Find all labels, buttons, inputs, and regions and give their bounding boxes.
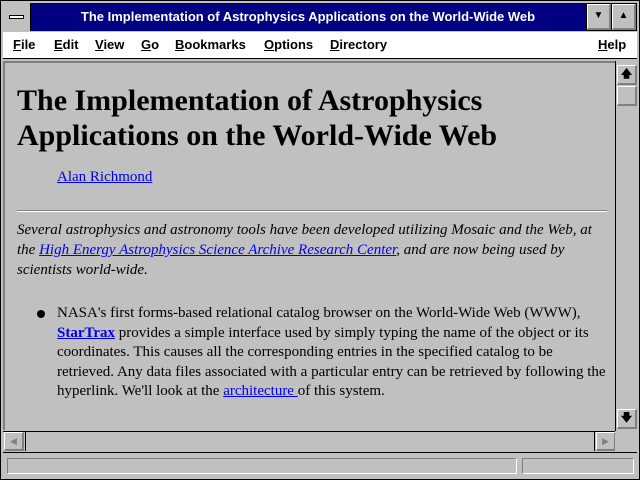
window-title: The Implementation of Astrophysics Appli… [80,9,536,24]
menu-bar: File Edit View Go Bookmarks Options Dire… [3,32,637,59]
menu-help[interactable]: Help [598,32,626,58]
scroll-right-button[interactable]: ▶ [596,432,616,451]
menu-directory[interactable]: Directory [330,32,387,58]
heasarc-link[interactable]: High Energy Astrophysics Science Archive… [39,242,396,258]
title-bar[interactable]: The Implementation of Astrophysics Appli… [3,3,637,31]
list-item: NASA's first forms-based relational cata… [17,304,607,402]
minimize-icon: ▼ [593,10,604,21]
menu-view[interactable]: View [95,32,124,58]
horizontal-scroll-track[interactable] [25,432,595,451]
scrollbar-corner [615,431,637,452]
horizontal-scrollbar[interactable]: ◀ ▶ [3,431,616,451]
bullet-list: NASA's first forms-based relational cata… [17,304,609,402]
minimize-button[interactable]: ▼ [586,3,612,31]
page-title-line2: Applications on the World-Wide Web [17,119,498,152]
arrow-up-icon: 🡅 [620,68,633,80]
arrow-left-icon: ◀ [10,436,17,446]
menu-edit[interactable]: Edit [54,32,79,58]
divider [17,210,607,212]
browser-window: The Implementation of Astrophysics Appli… [0,0,640,480]
scroll-up-button[interactable]: 🡅 [617,65,637,85]
page-title: The Implementation of Astrophysics Appli… [17,83,609,153]
menu-go[interactable]: Go [141,32,159,58]
system-menu-button[interactable] [3,3,31,31]
menu-options[interactable]: Options [264,32,313,58]
menu-bookmarks[interactable]: Bookmarks [175,32,246,58]
system-menu-icon [9,15,24,19]
page-title-line1: The Implementation of Astrophysics [17,84,483,117]
arrow-down-icon: 🡇 [620,412,633,424]
bullet-text-1: NASA's first forms-based relational cata… [57,305,581,321]
architecture-link[interactable]: architecture [223,383,298,399]
vertical-scrollbar[interactable]: 🡅 🡇 [615,61,637,432]
abstract: Several astrophysics and astronomy tools… [17,220,607,280]
scroll-down-button[interactable]: 🡇 [617,409,637,429]
startrax-link[interactable]: StarTrax [57,325,115,341]
menu-file[interactable]: File [13,32,35,58]
maximize-icon: ▲ [618,10,629,21]
scroll-left-button[interactable]: ◀ [4,432,24,451]
document-view[interactable]: The Implementation of Astrophysics Appli… [3,61,615,430]
document-body: The Implementation of Astrophysics Appli… [17,83,609,402]
progress-indicator [522,458,634,474]
author-link[interactable]: Alan Richmond [57,169,609,186]
bullet-icon [37,310,45,318]
maximize-button[interactable]: ▲ [611,3,637,31]
status-message [7,458,517,474]
status-bar [3,452,637,479]
arrow-right-icon: ▶ [602,436,609,446]
scroll-thumb[interactable] [617,86,637,106]
bullet-text-3: of this system. [297,383,385,399]
